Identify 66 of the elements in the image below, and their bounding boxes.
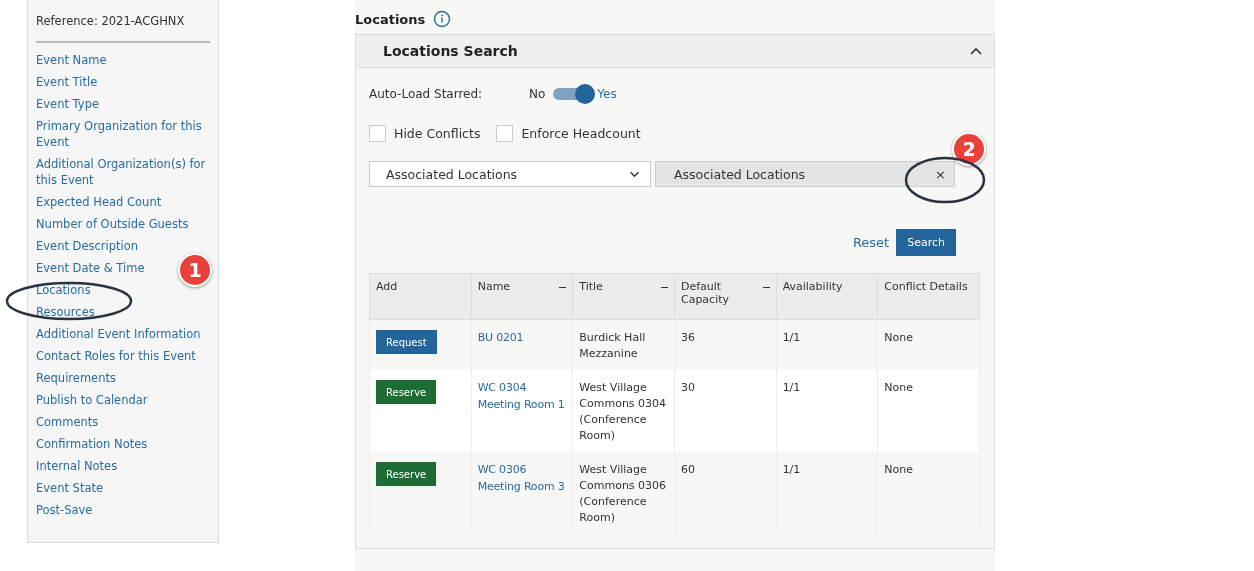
column-header[interactable]: Add xyxy=(369,273,472,320)
sidebar-link[interactable]: Contact Roles for this Event xyxy=(36,348,196,364)
table-cell: None xyxy=(877,370,980,452)
sidebar-link[interactable]: Confirmation Notes xyxy=(36,436,148,452)
location-link[interactable]: Meeting Room 3 xyxy=(477,477,568,496)
column-header[interactable]: Conflict Details xyxy=(877,273,980,320)
panel-title: Locations Search xyxy=(383,43,518,59)
table-cell: West Village Commons 0304 (Conference Room) xyxy=(572,370,675,452)
location-link[interactable]: WC 0306 xyxy=(477,460,568,479)
search-button[interactable]: Search xyxy=(896,229,956,256)
sidebar-link[interactable]: Number of Outside Guests xyxy=(36,216,189,232)
add-button[interactable]: Request xyxy=(376,330,437,354)
sidebar-link[interactable]: Event State xyxy=(36,480,104,496)
sidebar-link[interactable]: Comments xyxy=(36,414,99,430)
column-header[interactable]: Default Capacity xyxy=(674,273,777,320)
chevron-down-icon xyxy=(629,170,640,178)
sidebar-link[interactable]: Event Type xyxy=(36,96,99,112)
filter-text: Associated Locations xyxy=(674,166,806,182)
table-cell: None xyxy=(877,319,980,370)
reset-link[interactable]: Reset xyxy=(852,235,890,250)
add-button[interactable]: Reserve xyxy=(376,380,437,404)
sidebar-link[interactable]: Event Date & Time xyxy=(36,260,145,276)
info-icon[interactable] xyxy=(433,10,452,28)
column-header[interactable]: Title xyxy=(572,273,675,320)
table-cell: Burdick Hall Mezzanine xyxy=(572,319,675,370)
sidebar-link[interactable]: Publish to Calendar xyxy=(36,392,148,408)
sidebar-link[interactable]: Requirements xyxy=(36,370,116,386)
sidebar-link[interactable]: Locations xyxy=(36,282,91,298)
table-cell: 1/1 xyxy=(776,319,878,370)
sidebar-link[interactable]: Additional Event Information xyxy=(36,326,201,342)
table-cell: 60 xyxy=(674,452,777,534)
table-cell: 1/1 xyxy=(776,452,878,534)
auto-load-label: Auto-Load Starred: xyxy=(369,87,484,101)
sidebar-link[interactable]: Primary Organization for this Event xyxy=(36,118,210,150)
toggle-on-label: Yes xyxy=(597,87,617,101)
checkbox[interactable] xyxy=(496,124,514,142)
table-cell: 36 xyxy=(674,319,777,370)
location-link[interactable]: WC 0304 xyxy=(477,378,568,397)
sidebar-link[interactable]: Post-Save xyxy=(36,502,93,518)
column-header[interactable]: Name xyxy=(471,273,573,320)
location-dropdown[interactable]: Associated Locations xyxy=(369,161,651,187)
checkbox-label: Hide Conflicts xyxy=(394,125,481,141)
location-link[interactable]: Meeting Room 1 xyxy=(477,395,568,414)
sidebar-link[interactable]: Resources xyxy=(36,304,95,320)
sidebar-link[interactable]: Additional Organization(s) for this Event xyxy=(36,156,210,188)
number-badge: 1 xyxy=(178,253,212,287)
reference-text: Reference: 2021-ACGHNX xyxy=(36,14,210,43)
table-cell: 1/1 xyxy=(776,370,878,452)
checkbox[interactable] xyxy=(369,124,386,142)
sidebar-link[interactable]: Internal Notes xyxy=(36,458,118,474)
sidebar-link[interactable]: Event Name xyxy=(36,52,107,68)
table-cell: 30 xyxy=(674,370,777,452)
section-title: Locations xyxy=(355,11,426,27)
checkbox-label: Enforce Headcount xyxy=(521,125,641,141)
column-header[interactable]: Availability xyxy=(776,273,878,320)
sidebar-link[interactable]: Event Title xyxy=(36,74,98,90)
location-link[interactable]: BU 0201 xyxy=(477,328,568,347)
sidebar-link[interactable]: Event Description xyxy=(36,238,139,254)
table-cell: None xyxy=(877,452,980,534)
sidebar-link[interactable]: Expected Head Count xyxy=(36,194,162,210)
table-cell: West Village Commons 0306 (Conference Room) xyxy=(572,452,675,534)
collapse-icon[interactable] xyxy=(970,47,982,55)
toggle-off-label: No xyxy=(529,87,546,101)
add-button[interactable]: Reserve xyxy=(376,462,437,486)
number-badge: 2 xyxy=(952,132,986,166)
close-button[interactable]: × xyxy=(935,166,946,182)
